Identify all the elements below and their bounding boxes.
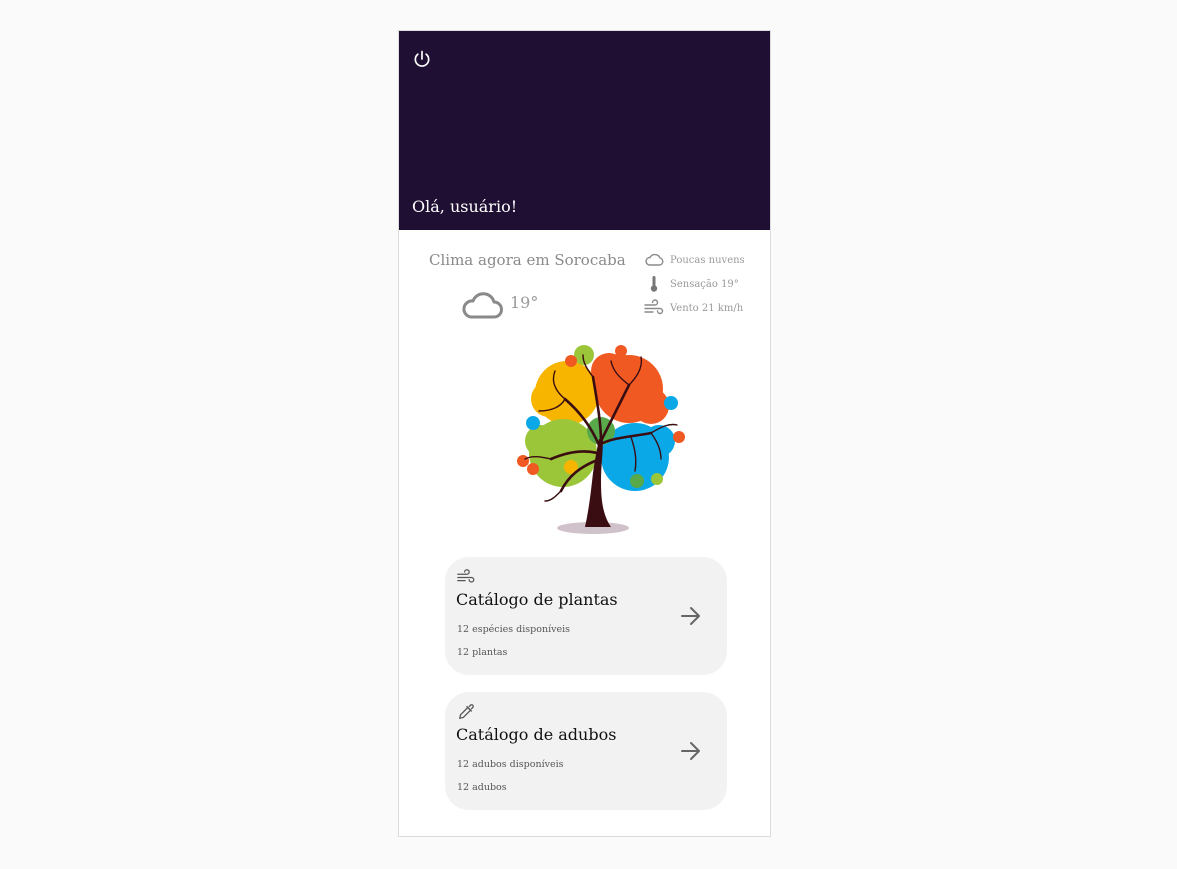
- wind-icon: [457, 569, 475, 583]
- weather-detail-text: Poucas nuvens: [670, 254, 745, 266]
- weather-detail-text: Sensação 19°: [670, 278, 739, 290]
- cloud-icon: [462, 292, 503, 319]
- weather-title: Clima agora em Sorocaba: [429, 251, 626, 269]
- card-species-count: 12 espécies disponíveis: [457, 624, 571, 635]
- app-screen: Olá, usuário! Clima agora em Sorocaba 19…: [398, 30, 771, 837]
- weather-detail-clouds: Poucas nuvens: [643, 251, 745, 269]
- temperature-value: 19°: [510, 293, 539, 312]
- arrow-right-icon[interactable]: [680, 605, 702, 627]
- weather-detail-text: Vento 21 km/h: [670, 302, 744, 314]
- card-title: Catálogo de adubos: [456, 725, 617, 744]
- cloud-icon: [645, 253, 664, 266]
- power-icon[interactable]: [412, 49, 432, 69]
- weather-detail-feels-like: Sensação 19°: [643, 275, 739, 293]
- plant-catalog-card[interactable]: Catálogo de plantas 12 espécies disponív…: [445, 557, 727, 675]
- fertilizer-catalog-card[interactable]: Catálogo de adubos 12 adubos disponíveis…: [445, 692, 727, 810]
- arrow-right-icon[interactable]: [680, 740, 702, 762]
- card-item-count: 12 adubos: [457, 782, 507, 793]
- wind-icon: [644, 299, 664, 315]
- card-item-count: 12 plantas: [457, 647, 508, 658]
- thermometer-icon: [650, 276, 658, 292]
- eyedropper-icon: [459, 704, 474, 719]
- weather-detail-wind: Vento 21 km/h: [643, 299, 743, 317]
- greeting-text: Olá, usuário!: [412, 197, 518, 216]
- header: Olá, usuário!: [399, 31, 770, 230]
- card-available-count: 12 adubos disponíveis: [457, 759, 564, 770]
- tree-illustration: [517, 345, 685, 534]
- card-title: Catálogo de plantas: [456, 590, 618, 609]
